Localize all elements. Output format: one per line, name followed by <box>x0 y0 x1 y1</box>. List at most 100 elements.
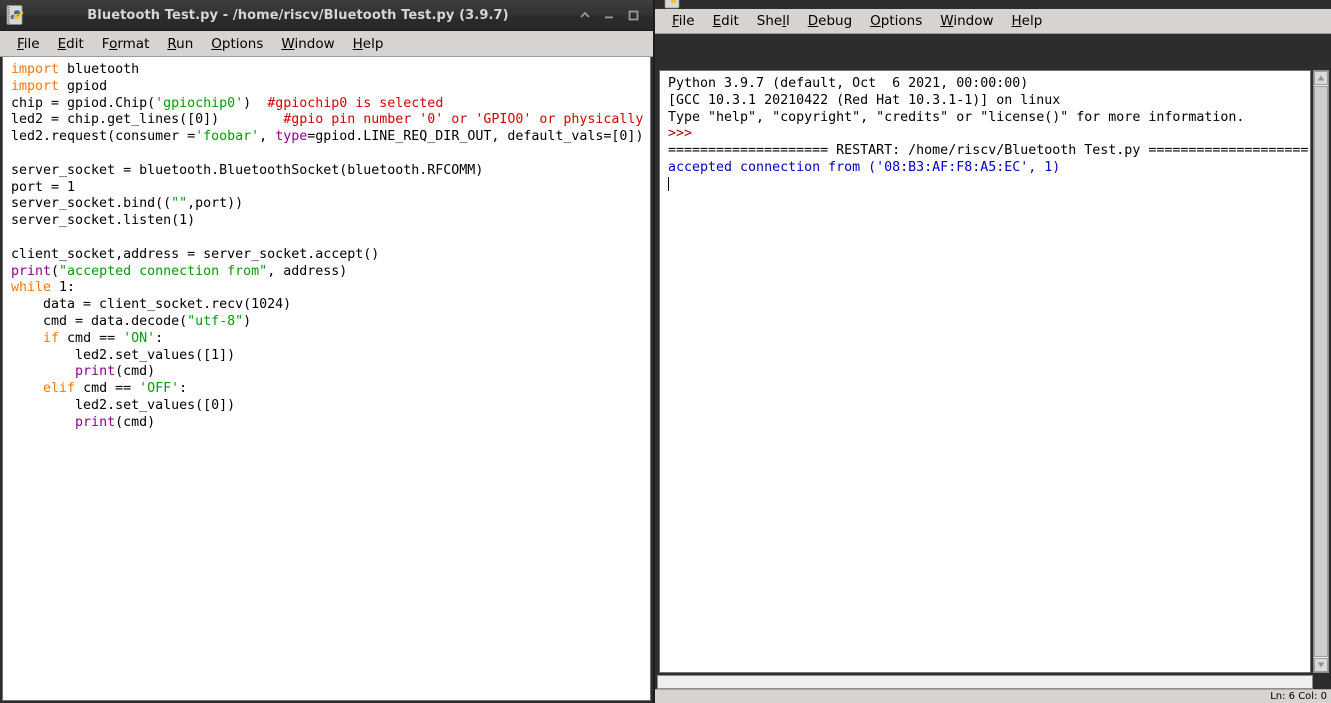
shell-menubar: FileEditShellDebugOptionsWindowHelp <box>655 9 1331 34</box>
editor-code-token: "utf-8" <box>187 314 243 329</box>
editor-code-token <box>11 331 43 346</box>
menu-accelerator: O <box>211 36 222 52</box>
editor-code-line: print(cmd) <box>11 364 650 381</box>
editor-code-token: server_socket.listen(1) <box>11 213 195 228</box>
editor-code-token: cmd == <box>75 381 139 396</box>
editor-code-token <box>11 381 43 396</box>
editor-menu-format[interactable]: Format <box>93 35 159 53</box>
editor-code-line: port = 1 <box>11 180 650 197</box>
shell-status-bar: Ln: 6 Col: 0 <box>655 689 1331 703</box>
editor-code-token: cmd == <box>59 331 123 346</box>
editor-code-token: ) <box>243 96 267 111</box>
menu-accelerator: F <box>17 36 24 52</box>
editor-menu-run[interactable]: Run <box>158 35 202 53</box>
shell-menu-debug[interactable]: Debug <box>799 12 861 30</box>
shell-output[interactable]: Python 3.9.7 (default, Oct 6 2021, 00:00… <box>660 71 1310 195</box>
shell-output-caret-line <box>668 177 1310 195</box>
editor-code-token: data = client_socket.recv(1024) <box>11 297 291 312</box>
shell-output-token: Type "help", "copyright", "credits" or "… <box>668 110 1244 125</box>
editor-code-line: while 1: <box>11 280 650 297</box>
shell-vertical-scrollbar[interactable] <box>1313 70 1329 673</box>
menu-accelerator: E <box>713 13 722 29</box>
shell-output-token: accepted connection from ('08:B3:AF:F8:A… <box>668 160 1060 175</box>
editor-code-line: server_socket = bluetooth.BluetoothSocke… <box>11 163 650 180</box>
editor-code-token: print <box>75 364 115 379</box>
editor-source-code[interactable]: import bluetoothimport gpiodchip = gpiod… <box>3 57 650 432</box>
editor-code-token: led2.request(consumer = <box>11 129 195 144</box>
editor-code-token: "accepted connection from" <box>59 264 267 279</box>
shell-menu-help[interactable]: Help <box>1003 12 1052 30</box>
editor-code-line: print(cmd) <box>11 415 650 432</box>
scroll-up-icon[interactable] <box>1314 71 1328 85</box>
editor-text-pane[interactable]: import bluetoothimport gpiodchip = gpiod… <box>2 57 651 701</box>
menu-accelerator: W <box>940 13 953 29</box>
editor-code-token: #gpio pin number '0' or 'GPIO0' or physi… <box>283 112 651 127</box>
editor-code-token: (cmd) <box>115 415 155 430</box>
editor-code-token: ) <box>243 314 251 329</box>
text-caret <box>668 177 669 191</box>
shell-output-token: Python 3.9.7 (default, Oct 6 2021, 00:00… <box>668 76 1028 91</box>
editor-code-token: cmd = data.decode( <box>11 314 187 329</box>
menu-accelerator: W <box>281 36 294 52</box>
editor-menu-window[interactable]: Window <box>272 35 343 53</box>
editor-window: Bluetooth Test.py - /home/riscv/Bluetoot… <box>0 0 655 703</box>
shell-menu-shell[interactable]: Shell <box>748 12 799 30</box>
shell-text-pane[interactable]: Python 3.9.7 (default, Oct 6 2021, 00:00… <box>659 70 1311 673</box>
shell-output-line: >>> <box>668 126 1310 143</box>
editor-menu-options[interactable]: Options <box>202 35 272 53</box>
editor-code-token: led2 = chip.get_lines([0]) <box>11 112 283 127</box>
editor-menu-help[interactable]: Help <box>344 35 393 53</box>
shell-output-line: accepted connection from ('08:B3:AF:F8:A… <box>668 160 1310 177</box>
editor-code-token: (cmd) <box>115 364 155 379</box>
scroll-down-icon[interactable] <box>1314 658 1328 672</box>
editor-code-token: server_socket.bind(( <box>11 196 171 211</box>
editor-code-token: chip = gpiod.Chip( <box>11 96 155 111</box>
editor-code-token: : <box>179 381 187 396</box>
editor-code-line: import gpiod <box>11 79 650 96</box>
shell-titlebar[interactable] <box>655 0 1331 9</box>
editor-titlebar[interactable]: Bluetooth Test.py - /home/riscv/Bluetoot… <box>0 0 653 31</box>
menu-accelerator: H <box>353 36 363 52</box>
shell-output-token: ==================== RESTART: /home/risc… <box>668 143 1308 158</box>
editor-code-line: print("accepted connection from", addres… <box>11 264 650 281</box>
editor-code-token: =gpiod.LINE_REQ_DIR_OUT, default_vals=[0… <box>307 129 643 144</box>
menu-accelerator: o <box>109 36 117 52</box>
editor-code-token: "" <box>171 196 187 211</box>
desktop-screen: Bluetooth Test.py - /home/riscv/Bluetoot… <box>0 0 1331 703</box>
editor-code-token: #gpiochip0 is selected <box>267 96 443 111</box>
editor-window-controls <box>573 3 645 27</box>
shade-button[interactable] <box>573 3 597 27</box>
shell-horizontal-scrollbar[interactable] <box>657 675 1313 689</box>
editor-menu-edit[interactable]: Edit <box>49 35 93 53</box>
shell-menu-window[interactable]: Window <box>931 12 1002 30</box>
editor-code-token: port = 1 <box>11 180 75 195</box>
shell-output-token: >>> <box>668 126 700 141</box>
editor-menu-file[interactable]: File <box>8 35 49 53</box>
maximize-button[interactable] <box>621 3 645 27</box>
python-shell-icon <box>664 0 684 9</box>
editor-code-token: led2.set_values([1]) <box>11 348 235 363</box>
editor-code-line: led2.set_values([1]) <box>11 348 650 365</box>
cursor-position-label: Ln: 6 Col: 0 <box>1270 691 1327 702</box>
shell-scroll-thumb[interactable] <box>1314 86 1328 657</box>
editor-code-token: 'gpiochip0' <box>155 96 243 111</box>
editor-code-token: led2.set_values([0]) <box>11 398 235 413</box>
editor-code-token: ( <box>51 264 59 279</box>
editor-code-line: import bluetooth <box>11 62 650 79</box>
editor-code-token: : <box>155 331 163 346</box>
editor-code-line: data = client_socket.recv(1024) <box>11 297 650 314</box>
editor-code-line: led2.request(consumer ='foobar', type=gp… <box>11 129 650 146</box>
shell-menu-edit[interactable]: Edit <box>704 12 748 30</box>
minimize-button[interactable] <box>597 3 621 27</box>
editor-code-token: while <box>11 280 51 295</box>
editor-code-token: bluetooth <box>59 62 139 77</box>
editor-code-line: led2.set_values([0]) <box>11 398 650 415</box>
editor-code-token <box>11 364 75 379</box>
editor-code-token: client_socket,address = server_socket.ac… <box>11 247 379 262</box>
shell-menu-file[interactable]: File <box>663 12 704 30</box>
editor-code-token: import <box>11 62 59 77</box>
shell-output-line: ==================== RESTART: /home/risc… <box>668 143 1310 160</box>
shell-menu-options[interactable]: Options <box>861 12 931 30</box>
shell-output-line: Python 3.9.7 (default, Oct 6 2021, 00:00… <box>668 76 1310 93</box>
editor-code-line: cmd = data.decode("utf-8") <box>11 314 650 331</box>
